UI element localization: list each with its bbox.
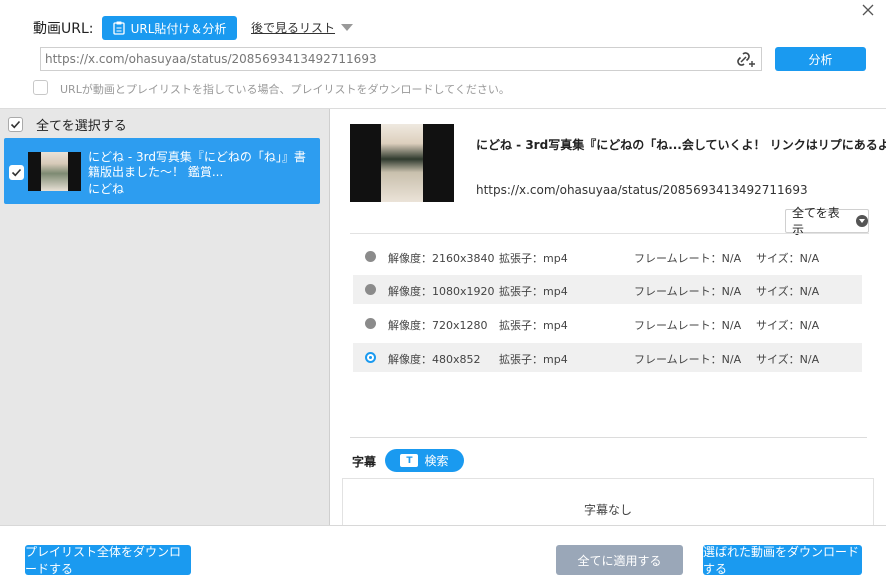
format-extension: 拡張子：mp4 bbox=[499, 252, 568, 265]
url-input[interactable]: https://x.com/ohasuyaa/status/2085693413… bbox=[40, 47, 762, 71]
format-radio[interactable] bbox=[365, 284, 376, 295]
apply-all-button[interactable]: 全てに適用する bbox=[556, 545, 683, 575]
subtitle-search-icon: T bbox=[400, 454, 419, 467]
show-all-dropdown[interactable]: 全てを表示 bbox=[785, 206, 869, 237]
watch-later-link[interactable]: 後で見るリスト bbox=[251, 19, 354, 36]
video-item-author: にどね bbox=[88, 182, 125, 196]
video-item-checkbox[interactable] bbox=[9, 165, 24, 180]
analyze-button[interactable]: 分析 bbox=[775, 47, 866, 71]
video-list-item[interactable]: にどね - 3rd写真集『にどねの「ね」』書籍版出ました～！ 鑑賞... にどね bbox=[4, 138, 320, 204]
subtitle-box: 字幕なし bbox=[342, 478, 874, 525]
playlist-checkbox[interactable] bbox=[33, 80, 48, 95]
add-link-icon[interactable] bbox=[734, 50, 756, 68]
select-all-label: 全てを選択する bbox=[36, 119, 127, 134]
format-extension: 拡張子：mp4 bbox=[499, 285, 568, 298]
format-radio[interactable] bbox=[365, 318, 376, 329]
format-size: サイズ：N/A bbox=[756, 319, 820, 332]
bottom-bar: プレイリスト全体をダウンロードする 全てに適用する 選ばれた動画をダウンロードす… bbox=[0, 525, 886, 582]
video-detail-panel: にどね - 3rd写真集『にどねの「ね...会していくよ！ リンクはリプにあるよ… bbox=[331, 109, 886, 525]
divider bbox=[350, 233, 869, 234]
playlist-note: URLが動画とプレイリストを指している場合、プレイリストをダウンロードしてくださ… bbox=[60, 83, 510, 96]
format-row[interactable]: 解像度：720x1280 拡張子：mp4 フレームレート：N/A サイズ：N/A bbox=[353, 309, 862, 338]
video-thumbnail bbox=[28, 152, 81, 191]
no-subtitles-text: 字幕なし bbox=[583, 503, 632, 517]
close-button[interactable] bbox=[860, 2, 876, 18]
video-title: にどね - 3rd写真集『にどねの「ね...会していくよ！ リンクはリプにあるよ bbox=[476, 138, 886, 152]
format-radio-selected[interactable] bbox=[365, 352, 376, 363]
subtitle-search-button[interactable]: T 検索 bbox=[385, 449, 464, 472]
check-icon bbox=[11, 168, 22, 177]
download-selected-button[interactable]: 選ばれた動画をダウンロードする bbox=[703, 545, 862, 576]
format-size: サイズ：N/A bbox=[756, 252, 820, 265]
video-list-panel: 全てを選択する にどね - 3rd写真集『にどねの「ね」』書籍版出ました～！ 鑑… bbox=[0, 109, 330, 525]
format-resolution: 解像度：2160x3840 bbox=[388, 252, 495, 265]
format-resolution: 解像度：480x852 bbox=[388, 353, 481, 366]
paste-analyze-button[interactable]: URL貼付け＆分析 bbox=[102, 16, 237, 40]
watch-later-label: 後で見るリスト bbox=[251, 21, 336, 35]
select-all-checkbox[interactable] bbox=[8, 117, 23, 132]
chevron-down-icon bbox=[856, 215, 868, 227]
format-row[interactable]: 解像度：2160x3840 拡張子：mp4 フレームレート：N/A サイズ：N/… bbox=[353, 242, 862, 271]
download-playlist-button[interactable]: プレイリスト全体をダウンロードする bbox=[25, 545, 191, 576]
url-label: 動画URL: bbox=[33, 21, 94, 37]
subtitle-search-label: 検索 bbox=[424, 454, 449, 468]
format-framerate: フレームレート：N/A bbox=[634, 252, 742, 265]
format-resolution: 解像度：1080x1920 bbox=[388, 285, 495, 298]
dropdown-caret-icon bbox=[341, 24, 354, 31]
video-url: https://x.com/ohasuyaa/status/2085693413… bbox=[476, 183, 808, 197]
format-size: サイズ：N/A bbox=[756, 353, 820, 366]
video-preview-thumbnail bbox=[350, 124, 454, 202]
format-row[interactable]: 解像度：480x852 拡張子：mp4 フレームレート：N/A サイズ：N/A bbox=[353, 343, 862, 372]
format-size: サイズ：N/A bbox=[756, 285, 820, 298]
format-framerate: フレームレート：N/A bbox=[634, 319, 742, 332]
select-all-toggle[interactable]: 全てを選択する bbox=[8, 115, 127, 134]
format-radio[interactable] bbox=[365, 251, 376, 262]
close-icon bbox=[862, 4, 874, 16]
subtitle-label: 字幕 bbox=[352, 455, 377, 469]
format-framerate: フレームレート：N/A bbox=[634, 285, 742, 298]
format-extension: 拡張子：mp4 bbox=[499, 353, 568, 366]
format-framerate: フレームレート：N/A bbox=[634, 353, 742, 366]
divider bbox=[350, 437, 867, 438]
video-item-title: にどね - 3rd写真集『にどねの「ね」』書籍版出ました～！ 鑑賞... bbox=[88, 150, 306, 179]
paste-analyze-label: URL貼付け＆分析 bbox=[130, 21, 227, 36]
format-row[interactable]: 解像度：1080x1920 拡張子：mp4 フレームレート：N/A サイズ：N/… bbox=[353, 275, 862, 304]
format-extension: 拡張子：mp4 bbox=[499, 319, 568, 332]
clipboard-icon bbox=[112, 21, 125, 35]
format-resolution: 解像度：720x1280 bbox=[388, 319, 488, 332]
check-icon bbox=[10, 120, 21, 129]
